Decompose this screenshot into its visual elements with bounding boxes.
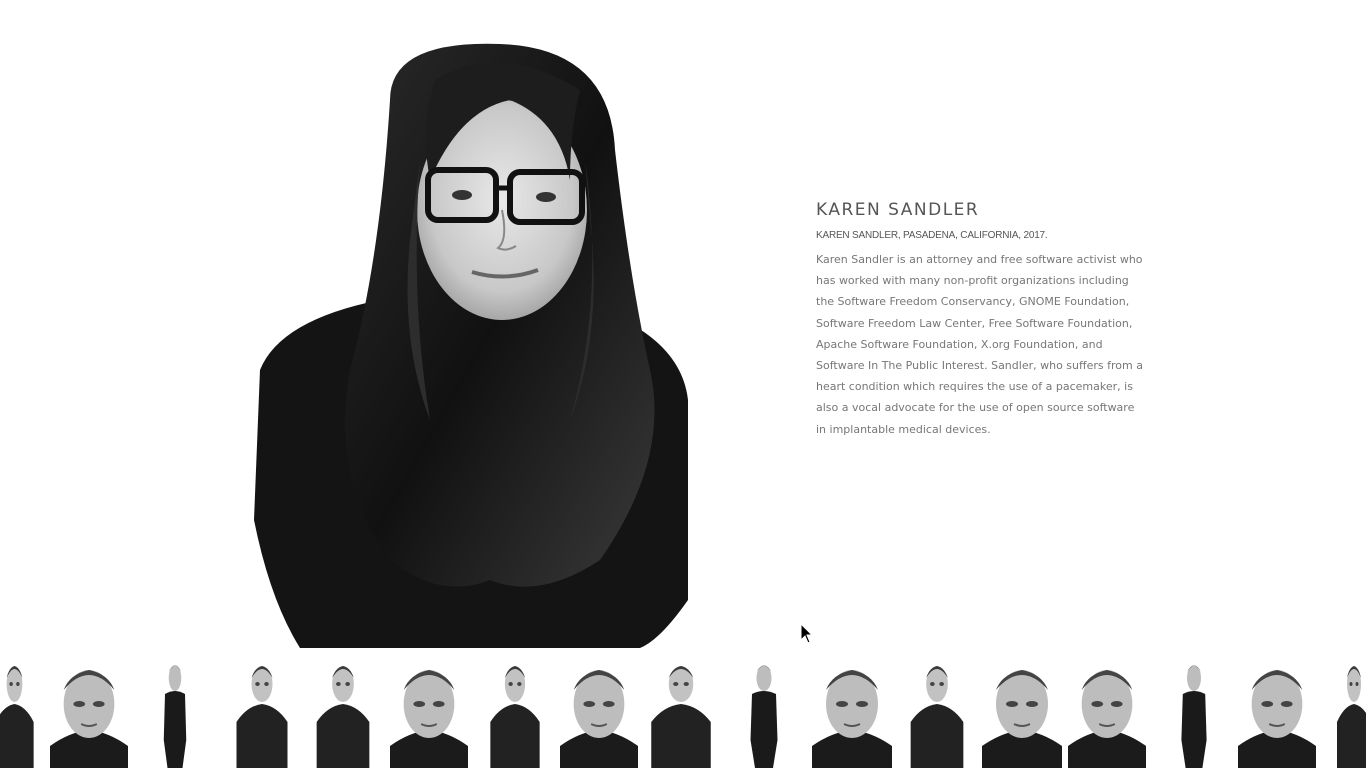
featured-portrait-image	[240, 40, 700, 648]
portrait-thumbnail[interactable]	[906, 660, 968, 768]
portrait-thumbnail[interactable]	[1068, 660, 1146, 768]
portrait-thumbnail[interactable]	[1238, 660, 1316, 768]
portrait-gallery-page: KAREN SANDLER KAREN SANDLER, PASADENA, C…	[0, 0, 1366, 768]
thumbnail-strip[interactable]	[0, 660, 1366, 768]
portrait-thumbnail[interactable]	[232, 660, 292, 768]
portrait-thumbnail[interactable]	[982, 660, 1062, 768]
portrait-thumbnail[interactable]	[312, 660, 374, 768]
portrait-thumbnail[interactable]	[0, 660, 37, 768]
portrait-thumbnail[interactable]	[150, 660, 200, 768]
portrait-thumbnail[interactable]	[1166, 660, 1222, 768]
portrait-thumbnail[interactable]	[560, 660, 638, 768]
photo-caption: KAREN SANDLER, PASADENA, CALIFORNIA, 201…	[816, 230, 1048, 241]
person-bio: Karen Sandler is an attorney and free so…	[816, 253, 1143, 436]
portrait-thumbnail[interactable]	[390, 660, 468, 768]
portrait-thumbnail[interactable]	[812, 660, 892, 768]
portrait-thumbnail[interactable]	[734, 660, 794, 768]
portrait-thumbnail[interactable]	[1334, 660, 1366, 768]
mouse-pointer-icon	[800, 623, 814, 644]
featured-info-panel: KAREN SANDLER KAREN SANDLER, PASADENA, C…	[816, 200, 1146, 440]
portrait-thumbnail[interactable]	[50, 660, 128, 768]
portrait-thumbnail[interactable]	[486, 660, 544, 768]
person-name: KAREN SANDLER	[816, 200, 980, 220]
portrait-thumbnail[interactable]	[646, 660, 716, 768]
